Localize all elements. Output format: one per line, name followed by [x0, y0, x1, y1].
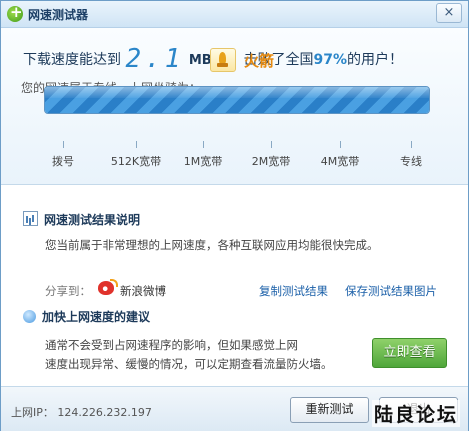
beat-percent: 97%: [313, 52, 347, 68]
forum-watermark: 陆良论坛: [372, 400, 461, 427]
scale-tick: [411, 141, 412, 148]
speed-prefix: 下载速度能达到: [23, 52, 121, 68]
scale-label: 4M宽带: [320, 155, 360, 168]
weibo-icon[interactable]: [98, 279, 118, 295]
scale-tick: [203, 141, 204, 148]
scale-tick: [136, 141, 137, 148]
copy-result-link[interactable]: 复制测试结果: [259, 283, 328, 299]
speed-test-window: 网速测试器 × 下载速度能达到 2.1 MB/秒，击败了全国97%的用户！ 您的…: [0, 0, 469, 431]
report-title: 网速测试结果说明: [23, 211, 140, 228]
chart-icon: [23, 211, 38, 226]
window-title: 网速测试器: [28, 8, 89, 22]
scale-label: 1M宽带: [183, 155, 223, 168]
scale-label: 2M宽带: [251, 155, 291, 168]
share-weibo-link[interactable]: 新浪微博: [120, 283, 166, 299]
speed-value: 2.1: [125, 44, 185, 74]
scale-tick: [63, 141, 64, 148]
ip-address: 上网IP： 124.226.232.197: [11, 406, 152, 419]
advice-line-1: 通常不会受到占网速程序的影响，但如果感觉上网: [45, 338, 298, 352]
progress-gloss: [45, 87, 429, 98]
scale-label: 512K宽带: [110, 155, 162, 168]
tip-bubble-icon: [23, 310, 36, 323]
speed-suffix: 的用户！: [346, 52, 403, 68]
speed-progress-bar: [44, 86, 430, 114]
level-name: 火箭: [244, 52, 275, 70]
scale-tick: [271, 141, 272, 148]
retest-button[interactable]: 重新测试: [290, 397, 369, 423]
save-result-image-link[interactable]: 保存测试结果图片: [345, 283, 437, 299]
scale-label: 专线: [400, 155, 422, 168]
report-title-label: 网速测试结果说明: [44, 213, 141, 227]
rocket-icon: [210, 48, 236, 72]
title-bar: 网速测试器 ×: [1, 1, 468, 28]
report-description: 您当前属于非常理想的上网速度，各种互联网应用均能很快完成。: [45, 238, 379, 252]
app-logo-icon: [7, 3, 23, 22]
scale-tick: [340, 141, 341, 148]
advice-title-label: 加快上网速度的建议: [42, 310, 151, 324]
advice-line-2: 速度出现异常、缓慢的情况，可以定期查看流量防火墙。: [45, 357, 333, 371]
view-now-button[interactable]: 立即查看: [372, 338, 447, 368]
advice-title: 加快上网速度的建议: [23, 308, 150, 325]
scale-label: 拨号: [52, 155, 74, 168]
close-button[interactable]: ×: [436, 3, 462, 23]
share-label: 分享到：: [45, 284, 91, 298]
